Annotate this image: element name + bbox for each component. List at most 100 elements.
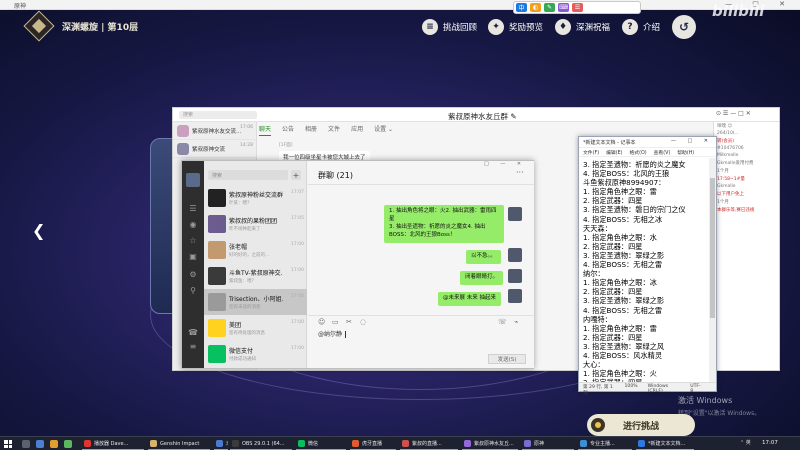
task-view-icon[interactable] [36,440,44,448]
tab-settings[interactable]: 设置 ⌄ [374,124,393,136]
taskbar-app-button[interactable]: 紫叔的直播... [400,438,458,450]
list-item[interactable]: 紫叔原神交流 14:28 [173,140,256,158]
notepad-line: 2. 指定武器：四星 [583,332,643,342]
add-chat-button[interactable]: + [291,170,301,180]
notepad-line: 2. 指定武器：四星 [583,196,643,206]
menu-icon[interactable]: ≡ [188,341,198,351]
notepad-line: 4. 指定BOSS：无相之雷 [583,260,663,270]
menu-item[interactable]: 文件(F) [583,149,599,156]
challenge-review-button[interactable]: ≡ 挑战回顾 [422,18,477,36]
wechat-window-controls[interactable]: □ — ✕ [484,161,526,167]
contacts-icon[interactable]: ◉ [188,219,198,229]
game-window-titlebar: 原神 — □ ✕ [0,0,800,10]
app-icon[interactable] [64,440,72,448]
group-tabs: 聊天 公告 相册 文件 应用 设置 ⌄ [259,124,404,136]
windows-start-icon[interactable] [4,440,12,448]
taskbar-app-button[interactable]: 播放器 Dave... [82,438,144,450]
bilibili-logo: bilibili [712,2,765,20]
chat-list-item[interactable]: Trisection、小阿姐... 您有未读的消息 17:00 [204,289,307,315]
reward-icon: ✦ [488,19,504,35]
taskbar-app-button[interactable]: OBS 29.0.1 (64... [230,438,292,450]
app-icon [216,440,223,447]
reward-preview-button[interactable]: ✦ 奖励预览 [488,18,543,36]
emoji-icon[interactable]: ☺ [318,318,325,326]
taskbar-app-button[interactable]: 未命名 [214,438,228,450]
toolbar-icon[interactable]: ☰ [572,3,583,12]
chat-list-item[interactable]: 斗鱼TV-紫叔原神交... 紫叔鱼：喂？ 17:00 [204,263,307,289]
favorites-icon[interactable]: ☆ [188,235,198,245]
notepad-line: 4. 指定BOSS：无相之冰 [583,214,663,224]
chat-list-item[interactable]: 美团 您有待处理的消息 17:00 [204,315,307,341]
wechat-search-input[interactable]: 搜索 [208,170,288,180]
voice-call-icon[interactable]: ☏ [498,318,507,326]
scrollbar-thumb[interactable] [710,178,715,318]
chat-list-item[interactable]: 张老帽 好的好的，之前的... 17:00 [204,237,307,263]
taskbar-app-button[interactable]: 微信 [296,438,346,450]
search-icon[interactable]: ⚲ [188,285,198,295]
avatar [208,319,226,337]
menu-item[interactable]: 编辑(E) [606,149,622,156]
list-icon: ≡ [422,19,438,35]
avatar [177,124,189,137]
notepad-window-controls[interactable]: — □ ✕ [671,138,713,144]
taskbar-app-button[interactable]: 原神 [522,438,574,450]
chat-icon[interactable]: ☰ [188,203,198,213]
search-icon[interactable] [22,440,30,448]
chat-list-item[interactable]: 紫叔叔的果粉团团 咋不闹钟起来了 17:05 [204,211,307,237]
tab-apps[interactable]: 应用 [351,124,363,136]
text-cursor [345,331,347,338]
notepad-scrollbar[interactable] [709,158,716,382]
notepad-text-area[interactable]: 3. 指定圣遗物：祈愿的炎之魔女 4. 指定BOSS：北风的王狼 斗鱼紫叔原神899… [579,158,709,382]
exit-button[interactable]: ↺ [672,15,696,39]
abyss-blessing-button[interactable]: ♦ 深渊祝福 [555,18,610,36]
file-icon[interactable]: ▭ [332,318,339,326]
toolbar-icon[interactable]: ✎ [544,3,555,12]
toolbar-icon[interactable]: ⌨ [558,3,569,12]
tab-files[interactable]: 文件 [328,124,340,136]
browser-icon[interactable] [50,440,58,448]
app-icon [402,440,409,447]
files-icon[interactable]: ▣ [188,251,198,261]
taskbar-app-button[interactable]: *新建文本文档... [636,438,694,450]
chat-input-field[interactable]: @纳尔静 [318,329,347,338]
intro-button[interactable]: ? 介绍 [622,18,660,36]
notepad-line: 1. 指定角色神之眼：火 [583,369,657,379]
group-search-input[interactable]: 搜索 [179,111,257,119]
taskbar-app-button[interactable]: Genshin Impact [148,438,210,450]
menu-item[interactable]: 帮助(H) [677,149,694,156]
avatar[interactable] [186,173,200,187]
tab-announcement[interactable]: 公告 [282,124,294,136]
app-icon [524,440,531,447]
notepad-line: 1. 指定角色神之眼：雷 [583,187,657,197]
settings-icon[interactable]: ⚙ [188,269,198,279]
help-icon: ? [622,19,638,35]
tab-chat[interactable]: 聊天 [259,124,272,136]
screenshot-icon[interactable]: ✂ [346,318,352,326]
previous-chamber-arrow-icon[interactable]: ❮ [32,221,45,240]
menu-item[interactable]: 格式(O) [629,149,646,156]
input-method-toolbar[interactable]: 中 ◐ ✎ ⌨ ☰ [513,1,641,14]
group-window-controls[interactable]: ⊙ ☰ — □ ✕ [716,110,751,117]
avatar [208,189,226,207]
notepad-status-bar: 第 29 行, 第 1 列 100% Windows (CRLF) UTF-8 [579,382,716,396]
tab-album[interactable]: 相册 [305,124,317,136]
notepad-line: 大心： [583,360,605,370]
chat-list-item[interactable]: 紫叔原神粉丝交流群 叶某：喂？ 17:07 [204,185,307,211]
notepad-line: 3. 指定圣遗物：祈愿的炎之魔女 [583,160,686,169]
chat-list-item[interactable]: 微信支付 付款成功通知 17:00 [204,341,307,367]
taskbar-app-button[interactable]: 专业主播... [578,438,632,450]
phone-icon[interactable]: ☎ [188,327,198,337]
more-options-icon[interactable]: ··· [516,168,524,177]
system-tray[interactable]: ⌃ 英 [740,439,751,446]
video-call-icon[interactable]: ⌁ [514,318,518,326]
toolbar-icon[interactable]: 中 [516,3,527,12]
toolbar-icon[interactable]: ◐ [530,3,541,12]
chat-history-icon[interactable]: ◌ [360,318,366,326]
send-button[interactable]: 发送(S) [488,354,526,364]
start-challenge-button[interactable]: 进行挑战 [587,414,695,436]
taskbar-app-button[interactable]: 紫叔原神水友丘... [462,438,518,450]
status-item: Windows (CRLF) [647,384,669,394]
menu-item[interactable]: 查看(V) [654,149,671,156]
list-item[interactable]: 紫叔原神水友交流... 17:06 [173,122,256,140]
taskbar-app-button[interactable]: 虎牙直播 [350,438,396,450]
